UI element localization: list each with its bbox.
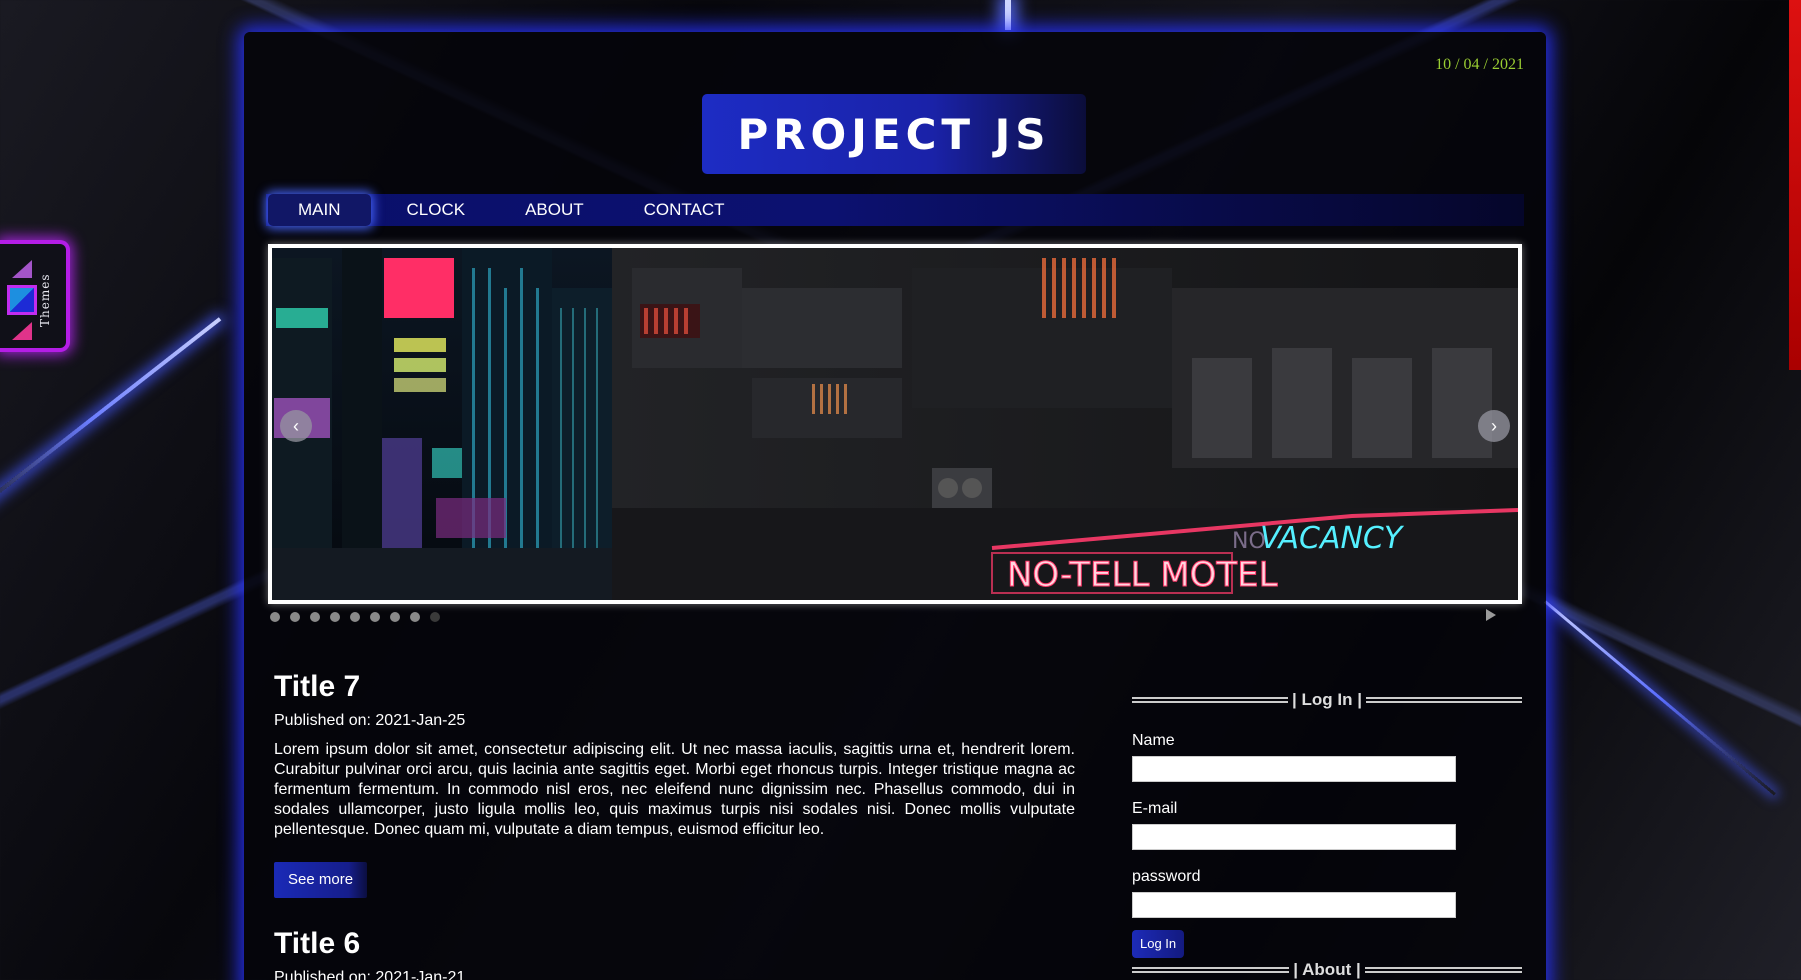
- main-nav: MAIN CLOCK ABOUT CONTACT: [266, 194, 1524, 226]
- password-field[interactable]: [1132, 892, 1456, 918]
- see-more-button[interactable]: See more: [274, 862, 368, 898]
- password-label: password: [1132, 868, 1201, 885]
- play-icon[interactable]: [1486, 609, 1496, 621]
- slider-dot[interactable]: [310, 612, 320, 622]
- name-field[interactable]: [1132, 756, 1456, 782]
- email-label: E-mail: [1132, 800, 1178, 817]
- article-body: Lorem ipsum dolor sit amet, consectetur …: [274, 741, 1075, 838]
- divider: [1132, 697, 1289, 703]
- slider-dots: [270, 612, 440, 622]
- login-button[interactable]: Log In: [1132, 930, 1185, 958]
- theme-blue-icon[interactable]: [7, 285, 37, 315]
- nav-item-main[interactable]: MAIN: [268, 194, 371, 226]
- article-card: Title 6 Published on: 2021-Jan-21: [274, 927, 1075, 980]
- main-panel: 10 / 04 / 2021 PROJECT JS MAIN CLOCK ABO…: [244, 32, 1546, 980]
- nav-item-clock[interactable]: CLOCK: [377, 194, 496, 226]
- theme-pink-icon[interactable]: [12, 322, 32, 340]
- article-date: Published on: 2021-Jan-25: [274, 712, 466, 729]
- themes-tab[interactable]: Themes: [0, 240, 70, 352]
- scrollbar-thumb[interactable]: [1789, 0, 1801, 370]
- slider-next-button[interactable]: ›: [1478, 410, 1510, 442]
- slider-dot[interactable]: [430, 612, 440, 622]
- divider: [1365, 697, 1523, 703]
- article-date: Published on: 2021-Jan-21: [274, 969, 466, 980]
- current-date: 10 / 04 / 2021: [1435, 56, 1524, 73]
- slider-dot[interactable]: [270, 612, 280, 622]
- about-heading-row: | About |: [1132, 960, 1523, 980]
- name-label: Name: [1132, 732, 1175, 749]
- about-heading: | About |: [1293, 960, 1361, 979]
- themes-label: Themes: [38, 273, 52, 327]
- slider-dot[interactable]: [330, 612, 340, 622]
- email-field[interactable]: [1132, 824, 1456, 850]
- slider-dot[interactable]: [410, 612, 420, 622]
- nav-item-contact[interactable]: CONTACT: [614, 194, 755, 226]
- login-heading-row: | Log In |: [1132, 690, 1523, 710]
- divider: [1132, 967, 1290, 973]
- neon-vacancy-sign: VACANCY: [1260, 521, 1405, 556]
- slider-prev-button[interactable]: ‹: [280, 410, 312, 442]
- slider-dot[interactable]: [350, 612, 360, 622]
- site-title: PROJECT JS: [737, 109, 1051, 159]
- divider: [1364, 967, 1523, 973]
- site-logo: PROJECT JS: [702, 94, 1086, 174]
- image-slider: NO-TELL MOTEL NO VACANCY ‹ ›: [268, 244, 1522, 604]
- login-section: | Log In | Name E-mail password Log In: [1132, 690, 1523, 958]
- about-section: | About |: [1132, 960, 1523, 980]
- slider-dot[interactable]: [290, 612, 300, 622]
- slider-dot[interactable]: [390, 612, 400, 622]
- login-heading: | Log In |: [1292, 690, 1362, 709]
- theme-purple-icon[interactable]: [12, 260, 32, 278]
- light-beam-top: [1005, 0, 1011, 30]
- neon-motel-sign: NO-TELL MOTEL: [1007, 555, 1278, 595]
- light-beam-right: [1544, 600, 1776, 796]
- article-card: Title 7 Published on: 2021-Jan-25 Lorem …: [274, 670, 1075, 898]
- nav-item-about[interactable]: ABOUT: [495, 194, 614, 226]
- article-title: Title 6: [274, 927, 361, 960]
- article-title: Title 7: [274, 670, 361, 703]
- cyberpunk-city-image: NO-TELL MOTEL NO VACANCY: [272, 248, 1518, 600]
- slider-dot[interactable]: [370, 612, 380, 622]
